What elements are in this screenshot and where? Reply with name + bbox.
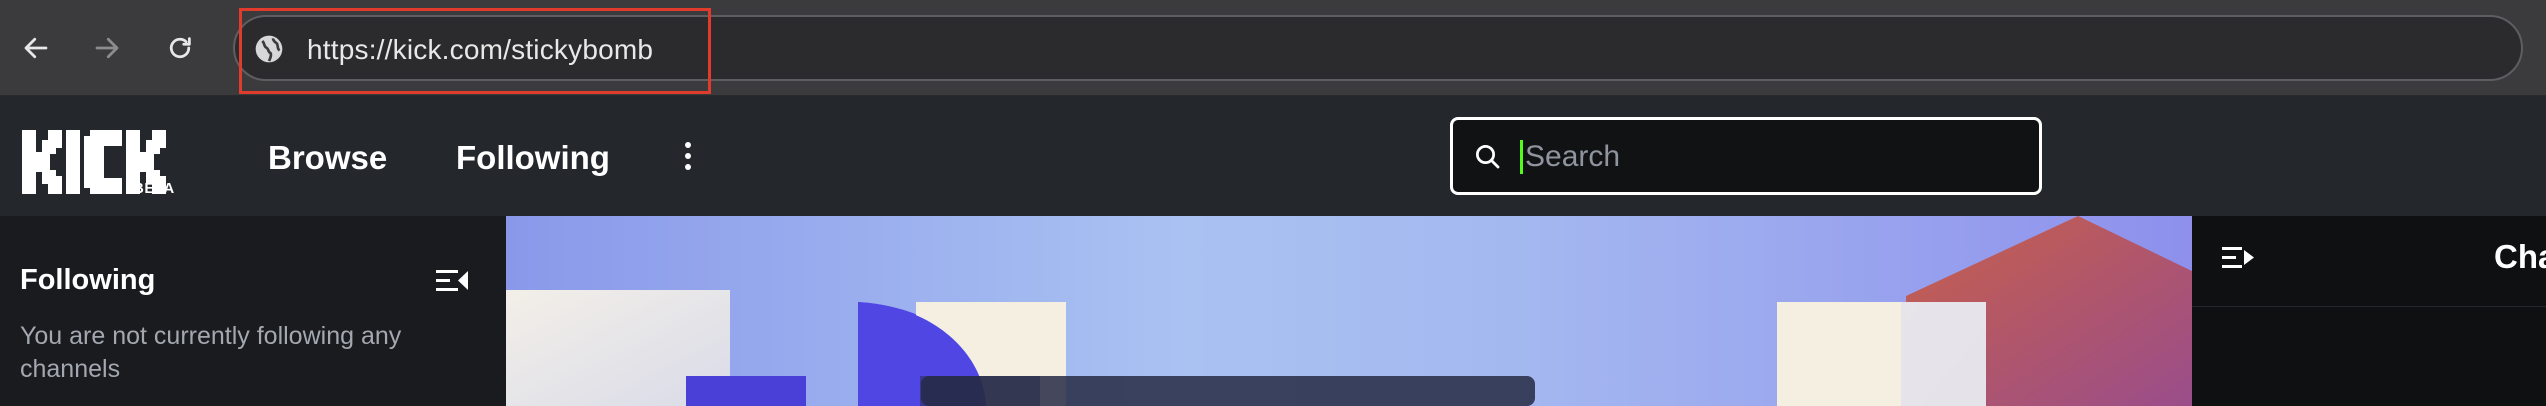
url-text[interactable]: https://kick.com/stickybomb	[307, 35, 653, 65]
channel-banner	[506, 216, 2192, 406]
forward-button[interactable]	[84, 25, 130, 71]
reload-button[interactable]	[157, 25, 203, 71]
kebab-dot	[685, 142, 691, 148]
kebab-dot	[685, 153, 691, 159]
back-button[interactable]	[13, 25, 59, 71]
sidebar-empty-message: You are not currently following any chan…	[20, 322, 402, 383]
banner-shape	[686, 376, 806, 406]
banner-shape	[921, 376, 1535, 406]
collapse-chat-icon[interactable]	[2222, 244, 2256, 272]
beta-label: BETA	[133, 180, 175, 197]
collapse-sidebar-icon[interactable]	[436, 266, 470, 296]
sidebar-title: Following	[20, 264, 156, 296]
reload-icon	[169, 37, 191, 59]
search-box[interactable]	[1450, 117, 2042, 195]
banner-shape	[1901, 302, 1986, 406]
arrow-left-icon	[24, 37, 48, 59]
nav-following-link[interactable]: Following	[456, 139, 610, 177]
chat-title: Chat	[2494, 238, 2546, 275]
browser-toolbar: https://kick.com/stickybomb	[0, 0, 2546, 96]
more-menu-button[interactable]	[680, 138, 696, 178]
nav-browse-link[interactable]: Browse	[268, 139, 387, 177]
search-icon	[1476, 145, 1500, 169]
search-input[interactable]	[1523, 134, 2007, 180]
arrow-right-icon	[95, 37, 119, 59]
address-bar[interactable]: https://kick.com/stickybomb	[233, 15, 2523, 81]
banner-artwork	[506, 216, 2192, 406]
globe-icon[interactable]	[253, 33, 285, 65]
kebab-dot	[685, 164, 691, 170]
